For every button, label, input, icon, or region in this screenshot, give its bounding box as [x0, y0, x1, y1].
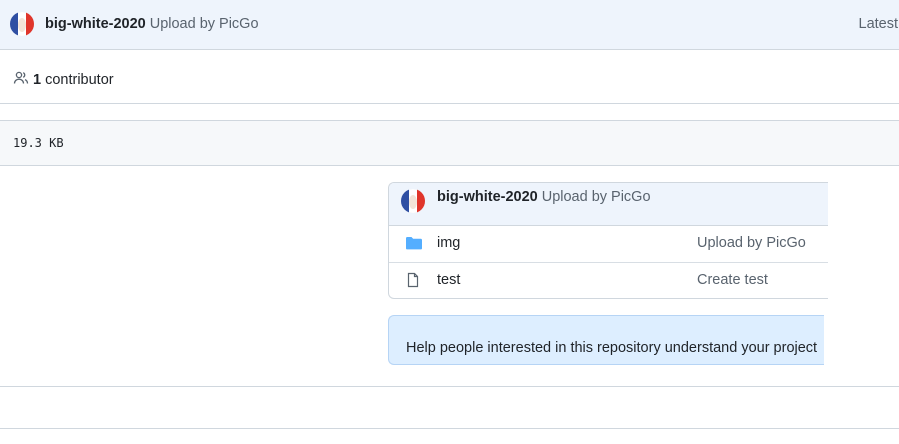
divider [0, 386, 899, 387]
repo-preview: big-white-2020 Upload by PicGo img Upload… [388, 182, 828, 299]
contributor-count: 1 [33, 72, 42, 88]
repo-preview-header: big-white-2020 Upload by PicGo [389, 183, 828, 226]
commit-message-link[interactable]: Upload by PicGo [150, 16, 259, 32]
author-avatar[interactable] [401, 189, 425, 213]
latest-commit-bar: big-white-2020 Upload by PicGo Latest [0, 0, 899, 50]
commit-summary: big-white-2020 Upload by PicGo [45, 16, 259, 32]
file-size: 19.3 KB [13, 136, 64, 150]
folder-icon [405, 235, 423, 254]
file-name-link[interactable]: img [437, 235, 460, 251]
file-row[interactable]: img Upload by PicGo [389, 225, 828, 263]
contributors-summary[interactable]: 1 contributor [13, 70, 114, 90]
row-commit-message[interactable]: Upload by PicGo [697, 235, 806, 251]
divider [0, 428, 899, 429]
file-info-bar: 19.3 KB [0, 120, 899, 166]
commit-author-link[interactable]: big-white-2020 [437, 189, 538, 205]
file-row[interactable]: test Create test [389, 262, 828, 298]
file-name-link[interactable]: test [437, 272, 460, 288]
latest-commit-label[interactable]: Latest [859, 16, 899, 32]
commit-author-link[interactable]: big-white-2020 [45, 16, 146, 32]
commit-summary: big-white-2020 Upload by PicGo [437, 189, 651, 205]
readme-prompt-text: Help people interested in this repositor… [406, 340, 818, 356]
readme-prompt-banner: Help people interested in this repositor… [388, 315, 824, 365]
contributor-label: contributor [45, 72, 114, 88]
file-icon [405, 272, 421, 291]
row-commit-message[interactable]: Create test [697, 272, 768, 288]
commit-message-link[interactable]: Upload by PicGo [542, 189, 651, 205]
people-icon [13, 70, 29, 90]
divider [0, 103, 899, 104]
author-avatar[interactable] [10, 12, 34, 36]
